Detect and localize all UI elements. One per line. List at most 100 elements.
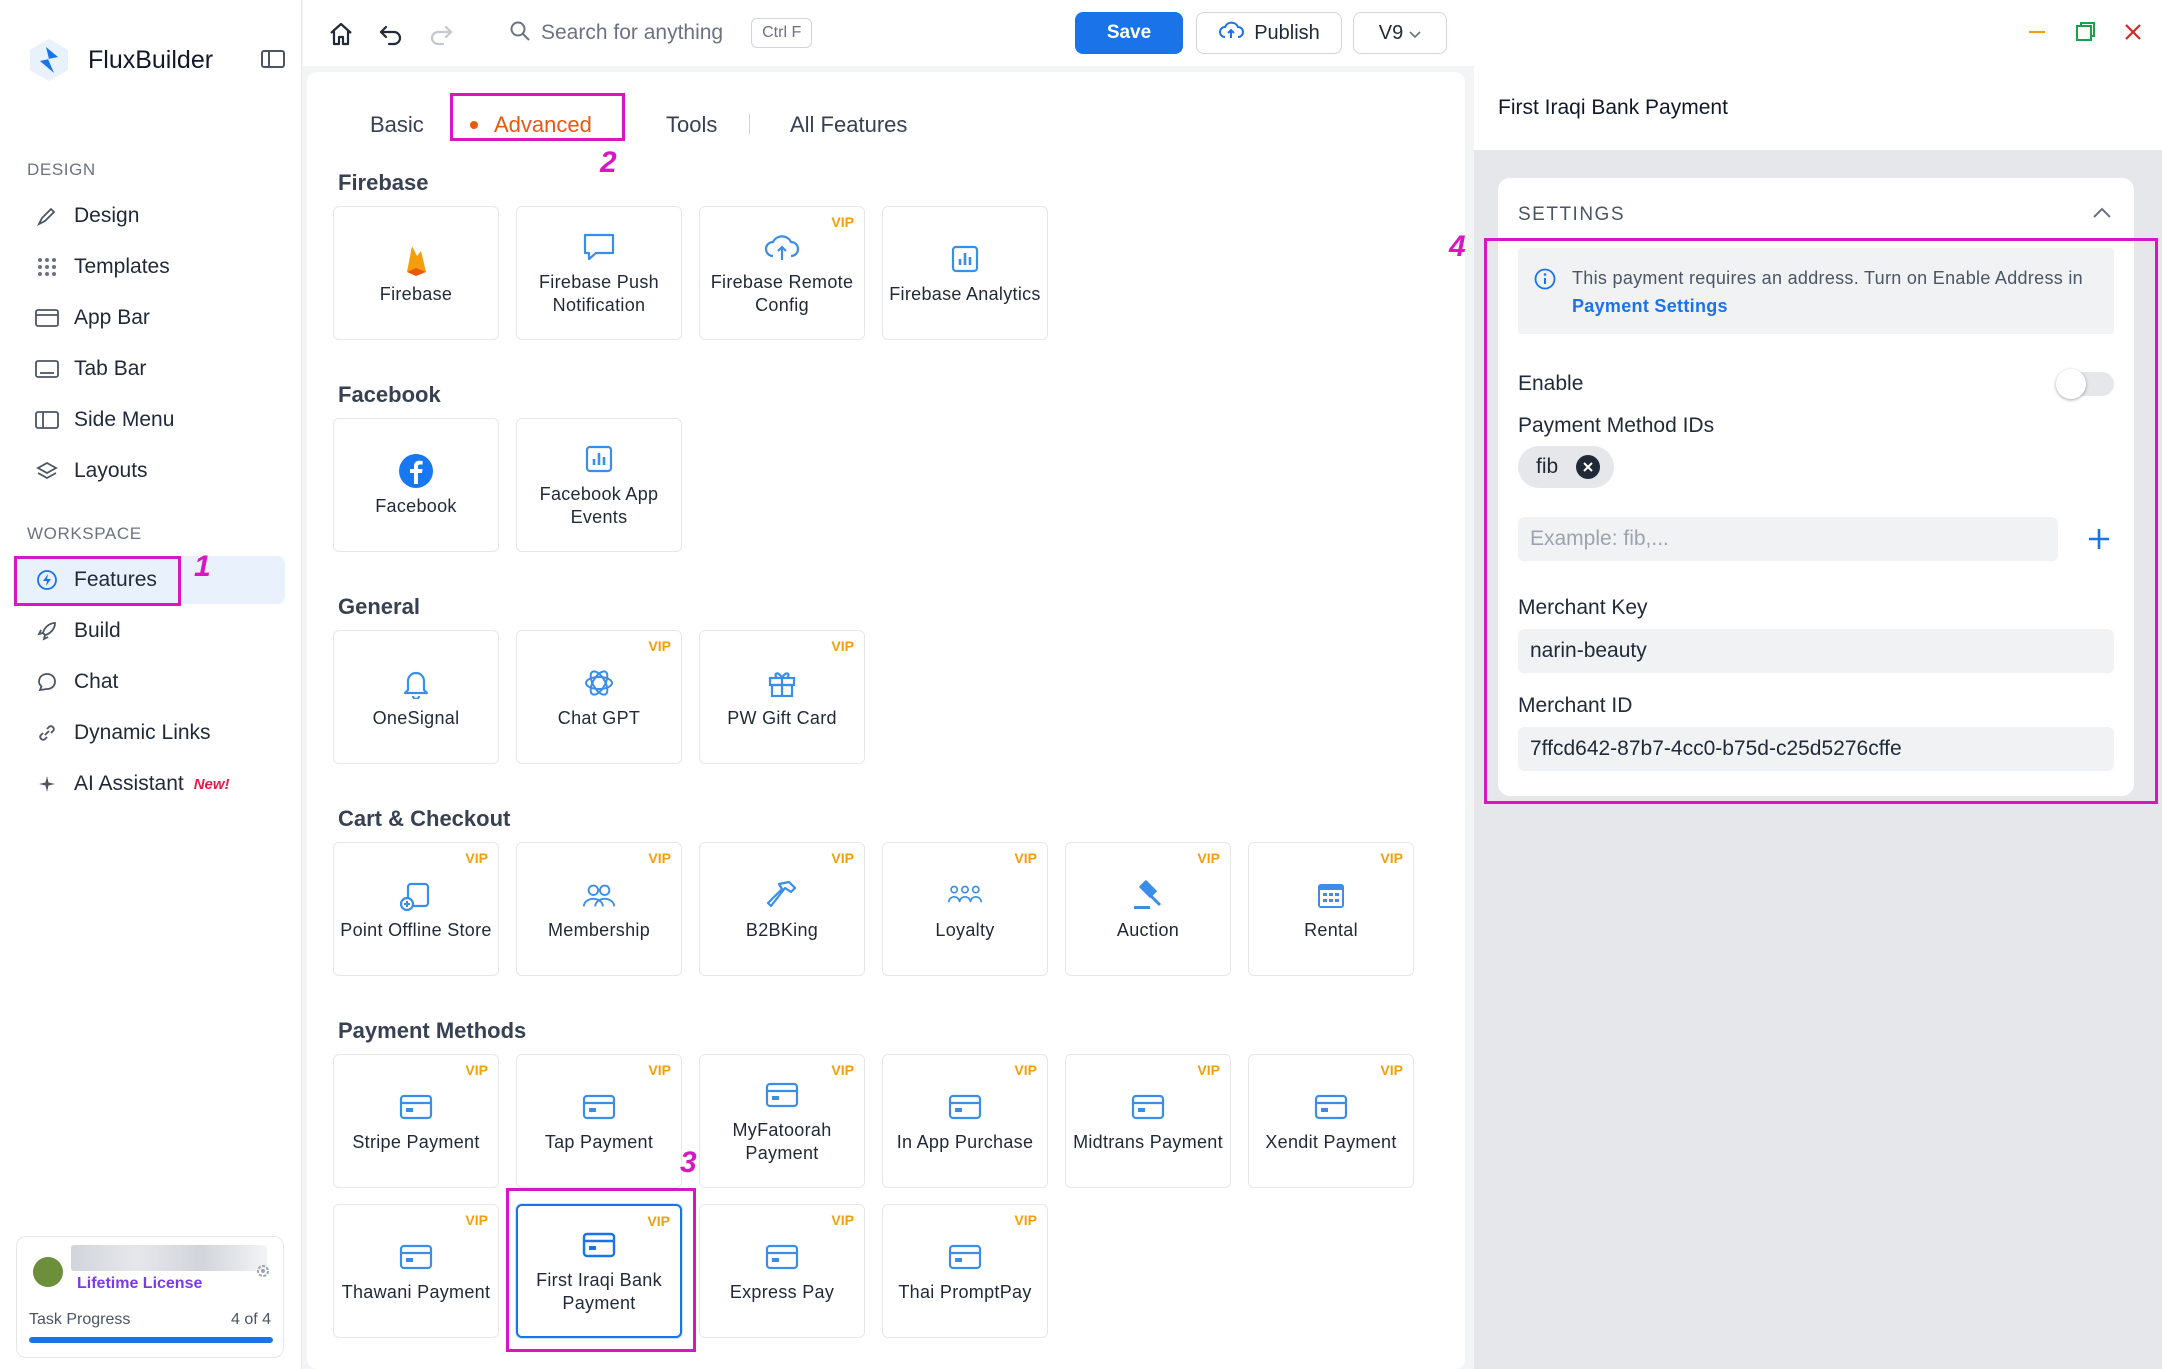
settings-heading: SETTINGS bbox=[1518, 204, 1626, 225]
sidebar-item-label: Build bbox=[74, 619, 121, 642]
sidebar-item-ai-assistant[interactable]: AI Assistant New! bbox=[14, 760, 285, 808]
feature-card-xendit-payment[interactable]: VIP Xendit Payment bbox=[1248, 1054, 1414, 1188]
vip-badge: VIP bbox=[1380, 1062, 1403, 1078]
sidebar-item-build[interactable]: Build bbox=[14, 607, 285, 655]
sidebar-item-label: Tab Bar bbox=[74, 357, 147, 380]
undo-icon[interactable] bbox=[377, 20, 405, 48]
group-title-cart-checkout: Cart & Checkout bbox=[338, 806, 511, 831]
bar-chart-icon bbox=[947, 241, 983, 277]
vip-badge: VIP bbox=[1380, 850, 1403, 866]
feature-card-label: In App Purchase bbox=[896, 1131, 1034, 1152]
sidebar-item-side-menu[interactable]: Side Menu bbox=[14, 396, 285, 444]
sidebar-item-label: Layouts bbox=[74, 459, 148, 482]
feature-card-label: Facebook App Events bbox=[539, 484, 659, 527]
feature-card-stripe-payment[interactable]: VIP Stripe Payment bbox=[333, 1054, 499, 1188]
annotation-number-4: 4 bbox=[1449, 230, 1466, 263]
sidebar-item-layouts[interactable]: Layouts bbox=[14, 447, 285, 495]
sidebar-toggle-icon[interactable] bbox=[260, 48, 286, 70]
group-title-firebase: Firebase bbox=[338, 170, 429, 195]
sidebar-item-design[interactable]: Design bbox=[14, 192, 285, 240]
vip-badge: VIP bbox=[465, 1212, 488, 1228]
feature-card-label: Firebase Push Notification bbox=[539, 272, 659, 315]
feature-card-auction[interactable]: VIP Auction bbox=[1065, 842, 1231, 976]
sparkle-icon bbox=[34, 771, 60, 797]
license-card[interactable]: Lifetime License Task Progress 4 of 4 bbox=[16, 1236, 284, 1358]
card-icon bbox=[398, 1239, 434, 1275]
feature-card-thawani-payment[interactable]: VIP Thawani Payment bbox=[333, 1204, 499, 1338]
minimize-icon[interactable] bbox=[2025, 20, 2049, 44]
task-progress-label: Task Progress bbox=[29, 1311, 131, 1328]
annotation-box-3 bbox=[506, 1188, 696, 1352]
vip-badge: VIP bbox=[648, 850, 671, 866]
maximize-icon[interactable] bbox=[2073, 20, 2097, 44]
feature-card-facebook[interactable]: Facebook bbox=[333, 418, 499, 552]
annotation-box-2 bbox=[450, 93, 625, 141]
redo-icon[interactable] bbox=[427, 20, 455, 48]
feature-card-label: Xendit Payment bbox=[1265, 1131, 1397, 1152]
feature-card-express-pay[interactable]: VIP Express Pay bbox=[699, 1204, 865, 1338]
users-icon bbox=[581, 877, 617, 913]
feature-card-label: Rental bbox=[1304, 919, 1358, 940]
app-bar-icon bbox=[34, 305, 60, 331]
sidebar-item-dynamic-links[interactable]: Dynamic Links bbox=[14, 709, 285, 757]
feature-card-label: Stripe Payment bbox=[352, 1131, 480, 1152]
search-shortcut: Ctrl F bbox=[751, 18, 813, 48]
tab-all-features[interactable]: All Features bbox=[790, 102, 907, 148]
feature-card-point-offline-store[interactable]: VIP Point Offline Store bbox=[333, 842, 499, 976]
feature-card-label: Firebase bbox=[379, 283, 453, 304]
feature-card-rental[interactable]: VIP Rental bbox=[1248, 842, 1414, 976]
layers-icon bbox=[34, 458, 60, 484]
workspace-section-label: WORKSPACE bbox=[27, 524, 142, 543]
feature-card-label: Firebase Analytics bbox=[889, 283, 1041, 304]
feature-card-myfatoorah-payment[interactable]: VIP MyFatoorah Payment bbox=[699, 1054, 865, 1188]
feature-card-b2bking[interactable]: VIP B2BKing bbox=[699, 842, 865, 976]
redacted-username bbox=[71, 1245, 267, 1271]
save-button[interactable]: Save bbox=[1075, 12, 1183, 54]
link-icon bbox=[34, 720, 60, 746]
feature-card-label: Membership bbox=[547, 919, 651, 940]
publish-button[interactable]: Publish bbox=[1196, 12, 1342, 54]
feature-card-label: Facebook bbox=[375, 495, 457, 516]
search-icon bbox=[509, 20, 531, 47]
close-icon[interactable] bbox=[2121, 20, 2145, 44]
fluxbuilder-logo-icon bbox=[24, 35, 74, 85]
feature-card-firebase-push[interactable]: Firebase Push Notification bbox=[516, 206, 682, 340]
bell-icon bbox=[398, 665, 434, 701]
home-icon[interactable] bbox=[327, 20, 355, 48]
feature-card-onesignal[interactable]: OneSignal bbox=[333, 630, 499, 764]
group-title-facebook: Facebook bbox=[338, 382, 441, 407]
feature-card-firebase-analytics[interactable]: Firebase Analytics bbox=[882, 206, 1048, 340]
feature-card-in-app-purchase[interactable]: VIP In App Purchase bbox=[882, 1054, 1048, 1188]
publish-label: Publish bbox=[1254, 21, 1320, 44]
feature-card-facebook-app-events[interactable]: Facebook App Events bbox=[516, 418, 682, 552]
message-icon bbox=[581, 229, 617, 265]
feature-card-thai-promptpay[interactable]: VIP Thai PromptPay bbox=[882, 1204, 1048, 1338]
card-icon bbox=[1130, 1089, 1166, 1125]
feature-card-chat-gpt[interactable]: VIP Chat GPT bbox=[516, 630, 682, 764]
gear-icon[interactable] bbox=[255, 1263, 271, 1279]
sidebar-item-tab-bar[interactable]: Tab Bar bbox=[14, 345, 285, 393]
feature-card-membership[interactable]: VIP Membership bbox=[516, 842, 682, 976]
sidebar-item-app-bar[interactable]: App Bar bbox=[14, 294, 285, 342]
feature-card-firebase[interactable]: Firebase bbox=[333, 206, 499, 340]
version-select[interactable]: V9 bbox=[1353, 12, 1447, 54]
feature-card-loyalty[interactable]: VIP Loyalty bbox=[882, 842, 1048, 976]
feature-card-tap-payment[interactable]: VIP Tap Payment bbox=[516, 1054, 682, 1188]
chevron-up-icon[interactable] bbox=[2092, 206, 2112, 220]
feature-card-label: B2BKing bbox=[745, 919, 819, 940]
hammer-icon bbox=[764, 877, 800, 913]
feature-card-pw-gift-card[interactable]: VIP PW Gift Card bbox=[699, 630, 865, 764]
global-search[interactable]: Search for anything Ctrl F bbox=[509, 14, 813, 52]
sidebar-item-templates[interactable]: Templates bbox=[14, 243, 285, 291]
license-label: Lifetime License bbox=[77, 1275, 203, 1292]
new-badge: New! bbox=[193, 775, 230, 793]
sidebar-item-label: Chat bbox=[74, 670, 119, 693]
feature-card-midtrans-payment[interactable]: VIP Midtrans Payment bbox=[1065, 1054, 1231, 1188]
feature-card-firebase-remote-config[interactable]: VIP Firebase Remote Config bbox=[699, 206, 865, 340]
sidebar-item-chat[interactable]: Chat bbox=[14, 658, 285, 706]
tab-basic[interactable]: Basic bbox=[370, 102, 424, 148]
tab-tools[interactable]: Tools bbox=[666, 102, 717, 148]
version-label: V9 bbox=[1378, 21, 1404, 44]
app-name: FluxBuilder bbox=[88, 45, 214, 74]
vip-badge: VIP bbox=[465, 1062, 488, 1078]
